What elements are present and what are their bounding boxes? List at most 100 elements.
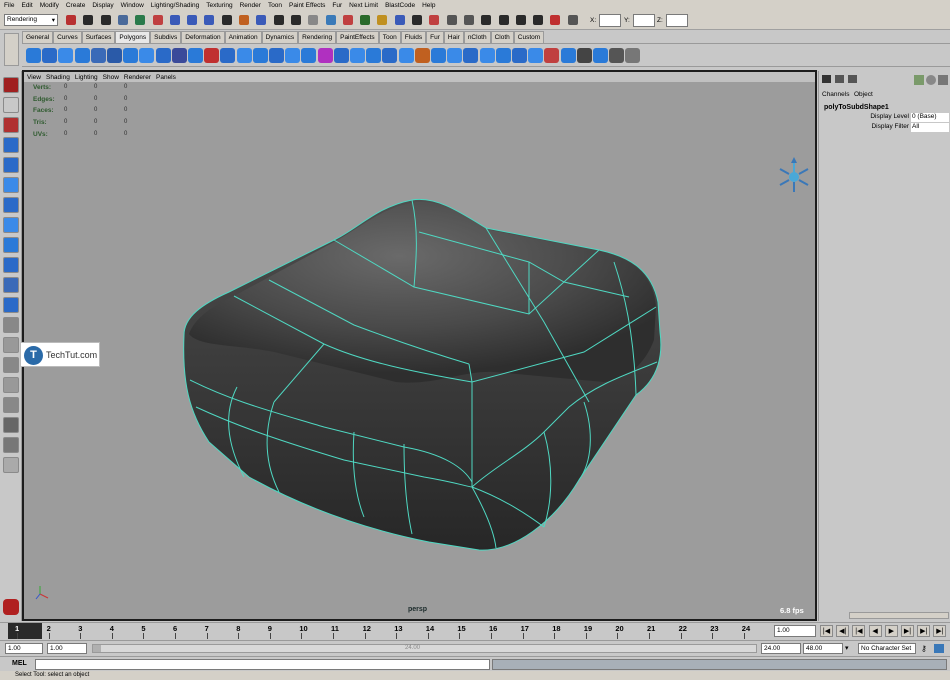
polygon-tool-icon[interactable] — [317, 48, 333, 63]
polygon-tool-icon[interactable] — [188, 48, 203, 63]
tab-subdivs[interactable]: Subdivs — [150, 31, 182, 43]
graph-editor-icon[interactable] — [3, 397, 19, 413]
status-tool-icon[interactable] — [83, 15, 94, 25]
show-manipulator-icon[interactable] — [3, 197, 19, 213]
end-time-field[interactable]: 48.00 — [803, 643, 843, 654]
polygon-tool-icon[interactable] — [123, 48, 139, 63]
status-tool-icon[interactable] — [325, 15, 336, 25]
layout-side-icon[interactable] — [3, 357, 19, 373]
status-tool-icon[interactable] — [429, 15, 440, 25]
viewport-menu-renderer[interactable]: Renderer — [124, 74, 151, 81]
polygon-tool-icon[interactable] — [463, 48, 479, 63]
key-icon[interactable]: ⚷ — [921, 644, 927, 653]
status-tool-icon[interactable] — [221, 15, 232, 25]
display-layer-icon[interactable] — [926, 75, 936, 85]
polygon-tool-icon[interactable] — [285, 48, 301, 63]
channel-box-scrollbar[interactable] — [849, 612, 949, 619]
scale-tool-icon[interactable] — [3, 177, 19, 193]
status-tool-icon[interactable] — [377, 15, 388, 25]
status-tool-icon[interactable] — [273, 15, 284, 25]
range-bar[interactable]: 24.00 — [92, 644, 757, 653]
tab-custom[interactable]: Custom — [513, 31, 545, 43]
tab-deformation[interactable]: Deformation — [181, 31, 225, 43]
tab-curves[interactable]: Curves — [53, 31, 82, 43]
subdiv-cushion-mesh[interactable] — [183, 198, 662, 551]
status-tool-icon[interactable] — [290, 15, 301, 25]
polygon-tool-icon[interactable] — [576, 48, 592, 63]
polygon-tool-icon[interactable] — [366, 48, 382, 63]
animation-prefs-icon[interactable] — [934, 644, 944, 653]
status-tool-icon[interactable] — [550, 15, 561, 25]
perspective-viewport[interactable]: View Shading Lighting Show Renderer Panels Ve… — [22, 70, 817, 621]
tool-settings-icon[interactable] — [848, 75, 857, 83]
attribute-row[interactable]: Display Filter All — [819, 123, 950, 132]
menu-fur[interactable]: Fur — [332, 2, 342, 9]
step-back-icon[interactable]: |◀ — [852, 625, 866, 637]
playback-end-field[interactable]: 24.00 — [761, 643, 801, 654]
status-tool-icon[interactable] — [342, 15, 353, 25]
sculpt-icon[interactable] — [3, 277, 19, 293]
status-tool-icon[interactable] — [204, 15, 215, 25]
polygon-tool-icon[interactable] — [90, 48, 106, 63]
status-tool-icon[interactable] — [515, 15, 526, 25]
menu-file[interactable]: File — [4, 2, 14, 9]
status-tool-icon[interactable] — [360, 15, 371, 25]
universal-manip-icon[interactable] — [3, 237, 19, 253]
tab-general[interactable]: General — [22, 31, 54, 43]
status-tool-icon[interactable] — [498, 15, 509, 25]
polygon-tool-icon[interactable] — [512, 48, 527, 63]
character-set-field[interactable]: No Character Set — [858, 643, 916, 654]
tab-fluids[interactable]: Fluids — [400, 31, 427, 43]
polygon-tool-icon[interactable] — [139, 48, 155, 63]
status-tool-icon[interactable] — [135, 15, 146, 25]
tab-toon[interactable]: Toon — [378, 31, 401, 43]
polygon-tool-icon[interactable] — [447, 48, 463, 63]
menu-render[interactable]: Render — [240, 2, 261, 9]
select-tool-icon[interactable] — [3, 77, 19, 93]
tab-cloth[interactable]: Cloth — [490, 31, 514, 43]
step-forward-icon[interactable]: ▶| — [901, 625, 914, 637]
polygon-tool-icon[interactable] — [301, 48, 317, 63]
polygon-tool-icon[interactable] — [74, 48, 90, 63]
viewport-menu-show[interactable]: Show — [103, 74, 119, 81]
command-input[interactable] — [35, 659, 490, 670]
polygon-tool-icon[interactable] — [42, 48, 58, 63]
soft-mod-icon[interactable] — [3, 257, 19, 273]
status-tool-icon[interactable] — [66, 15, 76, 25]
polygon-tool-icon[interactable] — [560, 48, 576, 63]
tab-painteffects[interactable]: PaintEffects — [336, 31, 379, 43]
play-icon[interactable]: ▶ — [884, 625, 898, 637]
polygon-tool-icon[interactable] — [58, 48, 74, 63]
tab-rendering[interactable]: Rendering — [298, 31, 337, 43]
shelf-options-button[interactable] — [4, 33, 19, 66]
polygon-tool-icon[interactable] — [431, 48, 446, 63]
rotate-tool-icon[interactable] — [3, 157, 19, 173]
status-tool-icon[interactable] — [239, 15, 249, 25]
menu-lighting-shading[interactable]: Lighting/Shading — [151, 2, 199, 9]
polygon-tool-icon[interactable] — [350, 48, 365, 63]
tab-fur[interactable]: Fur — [426, 31, 444, 43]
attribute-value[interactable]: 0 (Base) — [911, 113, 949, 122]
menu-texturing[interactable]: Texturing — [206, 2, 232, 9]
tab-surfaces[interactable]: Surfaces — [81, 31, 116, 43]
tab-animation[interactable]: Animation — [224, 31, 262, 43]
play-back-icon[interactable]: ◀ — [868, 625, 882, 637]
status-tool-icon[interactable] — [533, 15, 544, 25]
status-tool-icon[interactable] — [152, 15, 163, 25]
menu-create[interactable]: Create — [66, 2, 86, 9]
layout-four-icon[interactable] — [3, 337, 19, 353]
status-tool-icon[interactable] — [256, 15, 267, 25]
chevron-down-icon[interactable]: ▾ — [845, 644, 857, 654]
polygon-tool-icon[interactable] — [269, 48, 284, 63]
viewport-menu-lighting[interactable]: Lighting — [75, 74, 98, 81]
layout-single-icon[interactable] — [3, 317, 19, 333]
attribute-editor-icon[interactable] — [835, 75, 844, 83]
menu-display[interactable]: Display — [92, 2, 113, 9]
menu-toon[interactable]: Toon — [268, 2, 282, 9]
tab-ncloth[interactable]: nCloth — [463, 31, 491, 43]
status-tool-icon[interactable] — [394, 15, 405, 25]
polygon-tool-icon[interactable] — [414, 48, 430, 63]
move-tool-icon[interactable] — [3, 137, 19, 153]
tab-dynamics[interactable]: Dynamics — [261, 31, 299, 43]
range-handle-left[interactable] — [93, 645, 101, 652]
